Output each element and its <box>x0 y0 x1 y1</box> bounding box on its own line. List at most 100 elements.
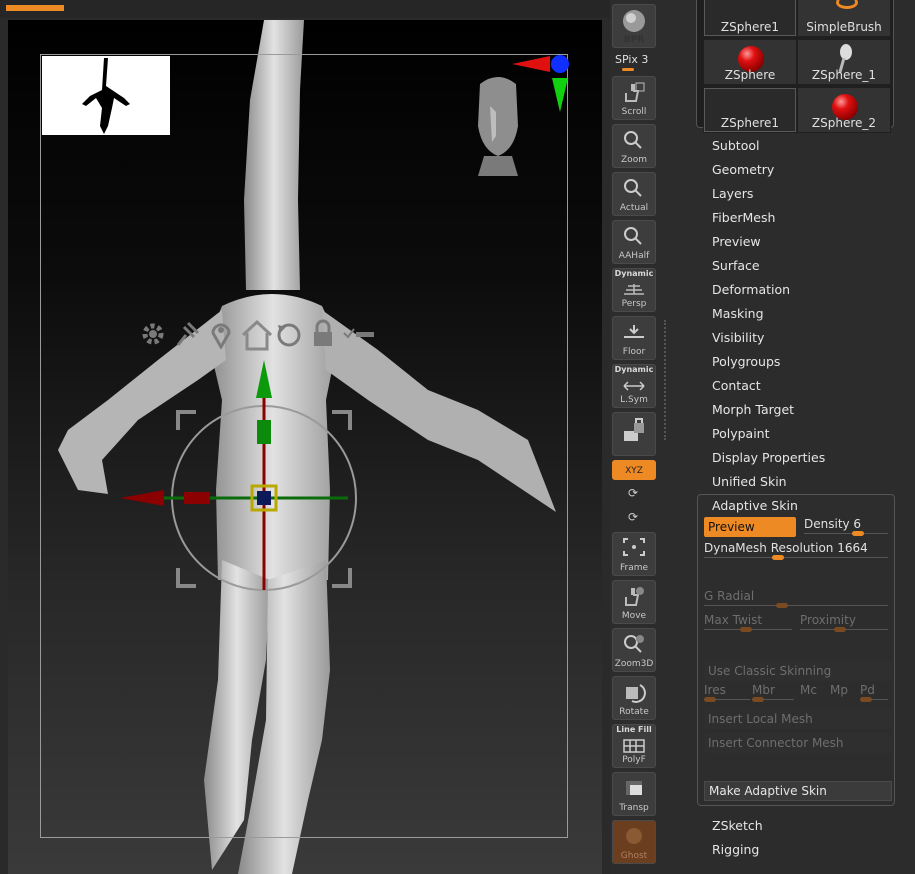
move-label: Move <box>621 611 647 621</box>
menu-zsketch[interactable]: ZSketch <box>712 816 763 840</box>
tool-thumb-simplebrush[interactable]: SimpleBrush <box>797 0 891 37</box>
top-bar <box>0 0 610 18</box>
rotate-icon <box>626 684 646 703</box>
menu-masking[interactable]: Masking <box>712 304 825 328</box>
preview-button[interactable]: Preview <box>704 517 796 537</box>
bpr-button[interactable]: BPR <box>612 4 656 48</box>
frame-label: Frame <box>619 563 649 573</box>
menu-visibility[interactable]: Visibility <box>712 328 825 352</box>
menu-layers[interactable]: Layers <box>712 184 825 208</box>
menu-geometry[interactable]: Geometry <box>712 160 825 184</box>
tool-thumb-zsphere1-b[interactable]: ZSphere1 <box>703 87 797 133</box>
hand-icon <box>625 82 645 102</box>
polyf-label: PolyF <box>622 755 646 765</box>
aahalf-button[interactable]: AAHalf <box>612 220 656 264</box>
rotate-label: Rotate <box>619 707 649 717</box>
make-adaptive-skin-button[interactable]: Make Adaptive Skin <box>704 781 892 801</box>
hand-icon <box>625 587 644 606</box>
xyz-button[interactable]: XYZ <box>612 460 656 480</box>
ghost-label: Ghost <box>620 851 648 861</box>
zoom3d-label: Zoom3D <box>614 659 654 669</box>
scroll-label: Scroll <box>621 107 647 117</box>
frame-icon <box>623 538 645 556</box>
menu-unified-skin[interactable]: Unified Skin <box>712 472 825 496</box>
magnifier-icon <box>624 227 642 245</box>
rotate-y-icon[interactable]: ⟳ <box>622 486 644 502</box>
lsym-button[interactable]: Dynamic L.Sym <box>612 364 656 408</box>
max-twist-slider[interactable]: Max Twist <box>700 611 796 635</box>
canvas-viewport[interactable] <box>8 20 602 874</box>
ghost-button[interactable]: Ghost <box>612 820 656 864</box>
dynamesh-resolution-slider[interactable]: DynaMesh Resolution 1664 <box>700 539 892 563</box>
menu-deformation[interactable]: Deformation <box>712 280 825 304</box>
pin-icon[interactable] <box>172 319 206 353</box>
move-button[interactable]: Move <box>612 580 656 624</box>
insert-local-mesh-button[interactable]: Insert Local Mesh <box>704 709 892 729</box>
location-icon[interactable] <box>206 319 240 353</box>
proximity-slider[interactable]: Proximity <box>796 611 892 635</box>
rotate-button[interactable]: Rotate <box>612 676 656 720</box>
mp-slider[interactable]: Mp <box>826 681 856 705</box>
g-radial-slider[interactable]: G Radial <box>700 587 892 611</box>
menu-display-properties[interactable]: Display Properties <box>712 448 825 472</box>
menu-surface[interactable]: Surface <box>712 256 825 280</box>
menu-rigging[interactable]: Rigging <box>712 840 763 864</box>
home-icon[interactable] <box>240 319 274 353</box>
tool-thumb-zsphere1-a[interactable]: ZSphere1 <box>703 0 797 37</box>
adaptive-skin-panel: Adaptive Skin Preview Density 6 DynaMesh… <box>697 494 895 806</box>
frame-button[interactable]: Frame <box>612 532 656 576</box>
floor-button[interactable]: Floor <box>612 316 656 360</box>
transp-button[interactable]: Transp <box>612 772 656 816</box>
menu-polypaint[interactable]: Polypaint <box>712 424 825 448</box>
spix-label: SPix 3 <box>615 53 649 66</box>
use-classic-skinning-button[interactable]: Use Classic Skinning <box>704 661 892 681</box>
axis-indicator-icon[interactable] <box>510 52 574 114</box>
tool-submenu-list-bottom: ZSketch Rigging <box>712 816 763 864</box>
transp-label: Transp <box>619 803 649 813</box>
scroll-button[interactable]: Scroll <box>612 76 656 120</box>
zoom-button[interactable]: Zoom <box>612 124 656 168</box>
rotate-z-icon[interactable]: ⟳ <box>622 510 644 526</box>
zoom3d-button[interactable]: Zoom3D <box>612 628 656 672</box>
polyf-button[interactable]: Line Fill PolyF <box>612 724 656 768</box>
menu-polygroups[interactable]: Polygroups <box>712 352 825 376</box>
adaptive-skin-title[interactable]: Adaptive Skin <box>712 498 798 513</box>
menu-preview[interactable]: Preview <box>712 232 825 256</box>
right-panel: ZSphere1 SimpleBrush ZSphere ZSphere_1 Z… <box>660 0 915 874</box>
mbr-slider[interactable]: Mbr <box>748 681 798 705</box>
menu-contact[interactable]: Contact <box>712 376 825 400</box>
menu-morph-target[interactable]: Morph Target <box>712 400 825 424</box>
gear-icon[interactable] <box>138 319 172 353</box>
checkbox-toggle-icon[interactable] <box>342 319 376 353</box>
tool-thumb-zsphere[interactable]: ZSphere <box>703 39 797 85</box>
pd-slider[interactable]: Pd <box>856 681 892 705</box>
line-fill-label: Line Fill <box>616 725 652 734</box>
spix-slider[interactable] <box>622 68 634 71</box>
tool-label: SimpleBrush <box>806 20 882 34</box>
density-label: Density 6 <box>804 517 862 531</box>
floor-label: Floor <box>622 347 646 357</box>
persp-label: Persp <box>621 299 647 309</box>
tool-label: ZSphere1 <box>720 116 780 130</box>
menu-subtool[interactable]: Subtool <box>712 136 825 160</box>
reset-icon[interactable] <box>274 319 308 353</box>
lock-icon[interactable] <box>308 319 342 353</box>
ires-slider[interactable]: Ires <box>700 681 754 705</box>
floor-icon <box>624 325 644 338</box>
density-slider[interactable]: Density 6 <box>800 515 892 539</box>
dynamic-label-2: Dynamic <box>614 365 654 374</box>
magnifier-icon <box>624 131 642 149</box>
xyz-label: XYZ <box>625 466 643 476</box>
panel-divider-grip[interactable] <box>664 320 669 440</box>
tool-thumb-zsphere-1[interactable]: ZSphere_1 <box>797 39 891 85</box>
grid-icon <box>624 284 644 295</box>
mc-slider[interactable]: Mc <box>796 681 826 705</box>
gizmo-quick-actions <box>138 318 376 354</box>
persp-button[interactable]: Dynamic Persp <box>612 268 656 312</box>
lock-camera-button[interactable] <box>612 412 656 456</box>
insert-connector-mesh-button[interactable]: Insert Connector Mesh <box>704 733 892 753</box>
menu-fibermesh[interactable]: FiberMesh <box>712 208 825 232</box>
center-toolbar: BPR SPix 3 Scroll Zoom Actual AAHalf Dyn… <box>610 0 660 874</box>
tool-thumb-zsphere-2[interactable]: ZSphere_2 <box>797 87 891 133</box>
actual-button[interactable]: Actual <box>612 172 656 216</box>
